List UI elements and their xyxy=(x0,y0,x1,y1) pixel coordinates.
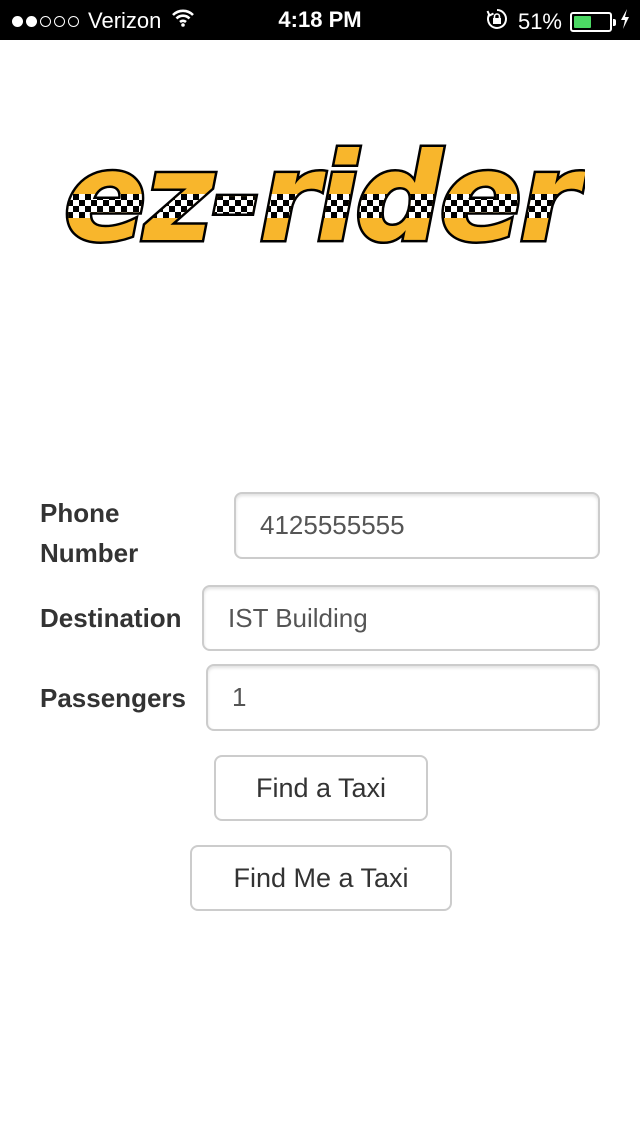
battery-nub xyxy=(613,19,616,26)
battery-fill xyxy=(574,16,592,28)
destination-input[interactable] xyxy=(202,585,600,651)
passengers-input[interactable] xyxy=(206,664,600,731)
battery-percent: 51% xyxy=(517,9,562,34)
passengers-label: Passengers xyxy=(40,683,186,713)
status-right: 51% xyxy=(486,8,630,36)
phone-number-input[interactable] xyxy=(234,492,600,559)
rotation-lock-icon xyxy=(486,8,508,36)
find-a-taxi-button[interactable]: Find a Taxi xyxy=(214,755,428,821)
battery-icon xyxy=(570,12,616,32)
ez-rider-logo: ez-rider ez-rider ez-rider xyxy=(55,125,591,272)
charging-bolt-icon xyxy=(620,9,630,35)
destination-label: Destination xyxy=(40,603,182,633)
status-bar: Verizon 4:18 PM 51% xyxy=(0,0,640,40)
find-me-a-taxi-button[interactable]: Find Me a Taxi xyxy=(190,845,452,911)
phone-number-label: Phone Number xyxy=(40,498,139,568)
logo-graphic: ez-rider ez-rider xyxy=(61,125,591,272)
